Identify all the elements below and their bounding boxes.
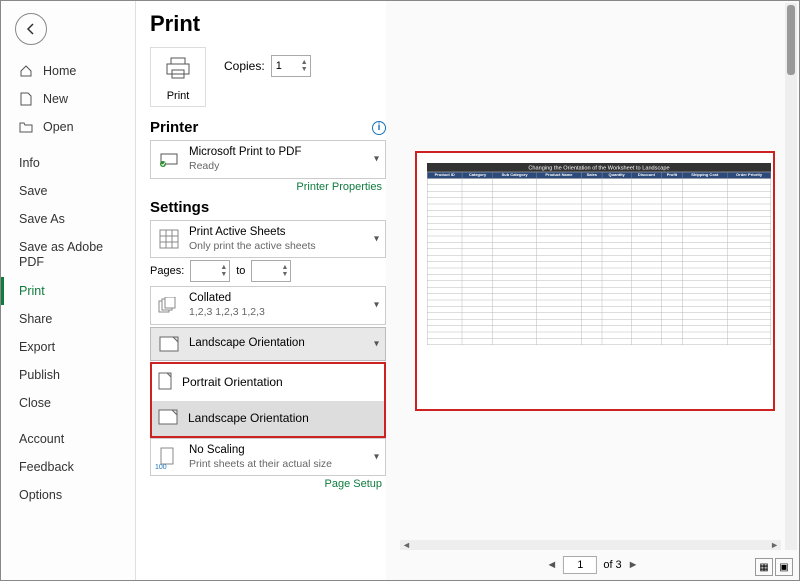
nav-label: Save As [19,212,65,226]
backstage-view: Home New Open Info Save Save As Save as … [0,0,800,581]
chevron-down-icon: ▾ [374,154,379,165]
page-setup-link[interactable]: Page Setup [150,478,382,490]
nav-label: Home [43,64,76,78]
spinner-arrows-icon[interactable]: ▲▼ [220,264,227,278]
nav-label: Share [19,312,52,326]
back-button[interactable] [15,13,47,45]
portrait-icon [158,372,172,393]
pages-from-input[interactable]: ▲▼ [190,260,230,282]
pages-label: Pages: [150,265,184,277]
nav-label: Account [19,432,64,446]
collation-dropdown[interactable]: Collated1,2,3 1,2,3 1,2,3 ▾ [150,286,386,325]
nav-options[interactable]: Options [1,481,135,509]
info-icon[interactable]: i [372,121,386,135]
print-what-dropdown[interactable]: Print Active SheetsOnly print the active… [150,220,386,259]
spinner-arrows-icon[interactable]: ▲▼ [301,59,308,73]
nav-label: Save [19,184,48,198]
collated-icon [157,293,181,317]
preview-page: Changing the Orientation of the Workshee… [415,151,775,411]
nav-sidebar: Home New Open Info Save Save As Save as … [1,1,136,580]
horizontal-scrollbar[interactable]: ◄► [400,540,781,550]
print-settings-panel: Print Print Copies: 1▲▼ Printer i Micros… [136,1,386,580]
current-page-input[interactable] [563,556,597,574]
nav-label: Feedback [19,460,74,474]
chevron-down-icon: ▾ [374,233,379,244]
printer-ready-icon [157,147,181,171]
nav-open[interactable]: Open [1,113,135,141]
nav-feedback[interactable]: Feedback [1,453,135,481]
spinner-arrows-icon[interactable]: ▲▼ [282,264,289,278]
nav-save[interactable]: Save [1,177,135,205]
nav-account[interactable]: Account [1,425,135,453]
pages-to-input[interactable]: ▲▼ [251,260,291,282]
folder-icon [19,120,33,134]
pages-row: Pages: ▲▼ to ▲▼ [150,260,386,282]
orientation-option-portrait[interactable]: Portrait Orientation [152,364,384,401]
nav-print[interactable]: Print [1,277,135,305]
nav-save-as[interactable]: Save As [1,205,135,233]
view-buttons: ▦ ▣ [755,558,793,576]
page-total: of 3 [603,559,621,571]
scaling-icon: 100 [157,445,181,469]
nav-label: Save as Adobe PDF [19,240,129,270]
copies-input[interactable]: 1▲▼ [271,55,311,77]
chevron-down-icon: ▾ [374,452,379,463]
to-label: to [236,265,245,277]
nav-label: Info [19,156,40,170]
copies-row: Copies: 1▲▼ [224,55,311,77]
settings-section-label: Settings [150,199,386,216]
option-label: Landscape Orientation [188,411,309,425]
sheets-icon [157,227,181,251]
zoom-to-page-button[interactable]: ▣ [775,558,793,576]
landscape-icon [157,332,181,356]
file-icon [19,92,33,106]
nav-label: Options [19,488,62,502]
printer-properties-link[interactable]: Printer Properties [150,181,382,193]
printer-name: Microsoft Print to PDF [189,145,379,160]
orientation-selected: Landscape Orientation [189,336,379,351]
nav-export[interactable]: Export [1,333,135,361]
chevron-down-icon: ▾ [374,338,379,349]
scaling-dropdown[interactable]: 100 No ScalingPrint sheets at their actu… [150,438,386,477]
nav-new[interactable]: New [1,85,135,113]
nav-publish[interactable]: Publish [1,361,135,389]
preview-title: Changing the Orientation of the Workshee… [427,163,771,172]
nav-label: New [43,92,68,106]
preview-table: Product IDCategorySub CategoryProduct Na… [427,172,771,345]
printer-status: Ready [189,160,379,174]
main-area: Print Print Copies: 1▲▼ Printer i Micros… [136,1,799,580]
printer-section-label: Printer i [150,119,386,136]
vertical-scrollbar[interactable] [785,3,797,550]
nav-label: Open [43,120,74,134]
nav-home[interactable]: Home [1,57,135,85]
nav-label: Export [19,340,55,354]
print-preview-area: Changing the Orientation of the Workshee… [386,1,799,580]
next-page-button[interactable]: ► [628,559,639,571]
printer-dropdown[interactable]: Microsoft Print to PDFReady ▾ [150,140,386,179]
arrow-left-icon [24,22,38,36]
nav-label: Publish [19,368,60,382]
prev-page-button[interactable]: ◄ [546,559,557,571]
orientation-option-landscape[interactable]: Landscape Orientation [152,401,384,436]
copies-label: Copies: [224,59,265,73]
nav-label: Print [19,284,45,298]
nav-info[interactable]: Info [1,149,135,177]
print-button[interactable]: Print [150,47,206,107]
orientation-options: Portrait Orientation Landscape Orientati… [150,362,386,438]
nav-save-adobe[interactable]: Save as Adobe PDF [1,233,135,277]
nav-close[interactable]: Close [1,389,135,417]
print-button-label: Print [155,90,201,102]
home-icon [19,64,33,78]
page-navigator: ◄ of 3 ► [546,556,638,574]
printer-icon [155,56,201,86]
nav-share[interactable]: Share [1,305,135,333]
chevron-down-icon: ▾ [374,300,379,311]
orientation-dropdown[interactable]: Landscape Orientation ▾ [150,327,386,361]
option-label: Portrait Orientation [182,375,283,389]
landscape-icon [158,409,178,428]
nav-label: Close [19,396,51,410]
page-title: Print [150,11,386,37]
show-margins-button[interactable]: ▦ [755,558,773,576]
